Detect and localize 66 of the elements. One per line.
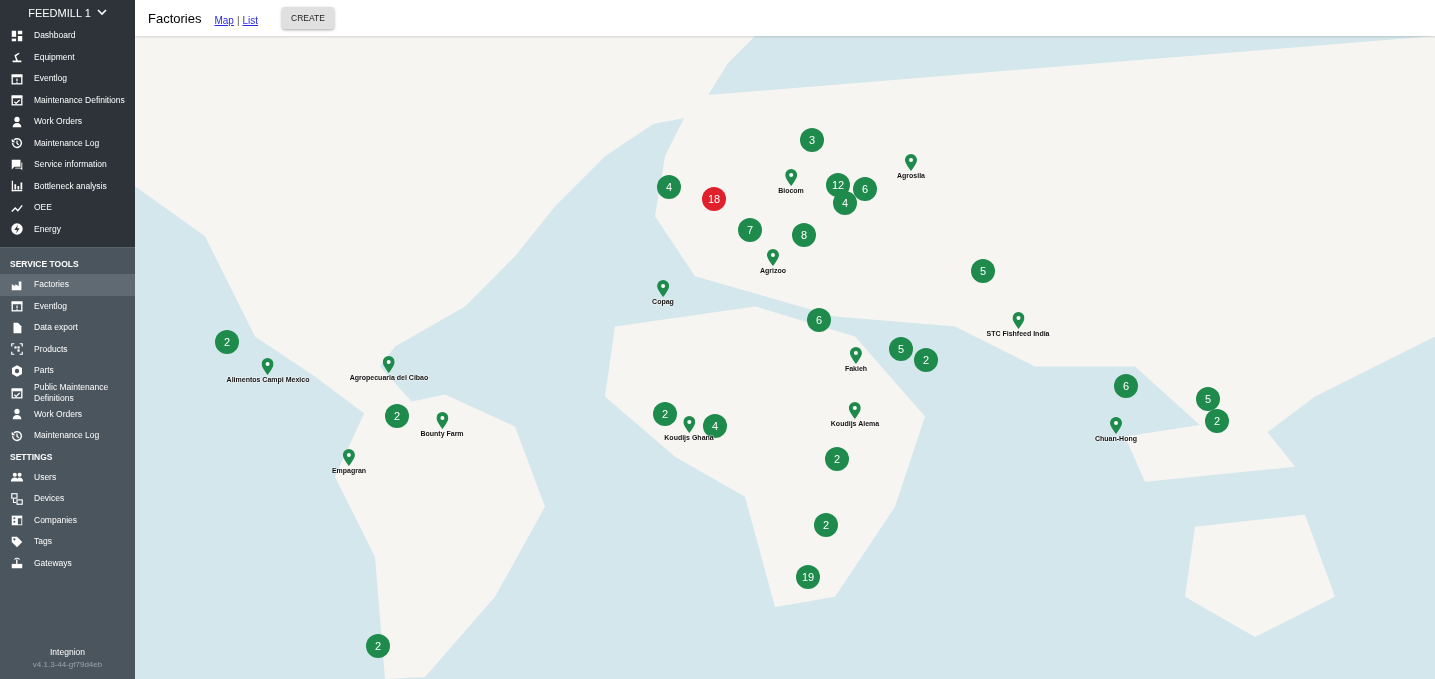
map-pin-icon[interactable] [850,347,862,364]
devices-icon [10,491,24,506]
nav-item[interactable]: Gateways [0,552,135,574]
map-pin-icon[interactable] [683,416,695,433]
history-icon [10,136,24,151]
map-pin-icon[interactable] [657,280,669,297]
nav-item[interactable]: Energy [0,218,135,240]
nav-item[interactable]: OEE [0,197,135,219]
workspace-selector[interactable]: FEEDMILL 1 [24,4,111,21]
router-icon [10,556,24,571]
nav-item[interactable]: Devices [0,488,135,510]
map-pin-icon[interactable] [767,249,779,266]
nav-item[interactable]: Products [0,338,135,360]
map-pin-icon[interactable] [849,402,861,419]
nav-item[interactable]: Dashboard [0,25,135,47]
nav-item[interactable]: Maintenance Log [0,132,135,154]
nav-item[interactable]: Users [0,466,135,488]
map-pin-icon[interactable] [383,356,395,373]
nav-item[interactable]: Bottleneck analysis [0,175,135,197]
nav-item[interactable]: Parts [0,360,135,382]
map-pin-icon[interactable] [1110,417,1122,434]
view-link[interactable]: List [242,14,259,26]
chat-icon [10,157,24,172]
nav-item[interactable]: Factories [0,274,135,296]
map-pin-icon[interactable] [1012,312,1024,329]
nav-item[interactable]: Equipment [0,46,135,68]
section-heading: SERVICE TOOLS [9,258,80,271]
map-pin-icon[interactable] [905,154,917,171]
nav-item[interactable]: Eventlog [0,68,135,90]
chevron-down-icon [96,9,107,16]
section-heading: SETTINGS [9,450,54,464]
grid-icon [10,28,24,43]
view-link[interactable]: Map [214,14,234,26]
nav-item[interactable]: Companies [0,509,135,531]
person-icon [10,407,24,422]
map-pin-icon[interactable] [436,412,448,429]
calendar-icon [10,71,24,86]
nav-item[interactable]: Tags [0,531,135,553]
company-name: Integnion [49,647,86,657]
calendar-check-icon [10,93,24,108]
nav-item[interactable]: Eventlog [0,295,135,317]
tag-icon [10,534,24,549]
nav-item[interactable]: Service information [0,154,135,176]
machine-icon [10,50,24,65]
hexagon-icon [10,363,24,378]
history-icon [10,428,24,443]
nav-item[interactable]: Public Maintenance Definitions [0,381,135,404]
nav-item[interactable]: Maintenance Definitions [0,89,135,111]
building-icon [10,513,24,528]
nav-item[interactable]: Data export [0,317,135,339]
link-separator: | [236,14,240,26]
nav-item[interactable]: Work Orders [0,403,135,425]
calendar-check-icon [10,385,24,400]
create-button[interactable]: CREATE [282,7,334,29]
bar-chart-icon [10,179,24,194]
map-pin-icon[interactable] [785,169,797,186]
nav-item[interactable]: Maintenance Log [0,425,135,447]
version-text: v4.1.3-44-gf79d4eb [31,660,104,669]
bolt-icon [10,222,24,237]
qr-code-icon [10,342,24,357]
calendar-icon [10,299,24,314]
map-pin-icon[interactable] [262,358,274,375]
person-icon [10,114,24,129]
nav-item[interactable]: Work Orders [0,111,135,133]
map-pin-icon[interactable] [343,449,355,466]
page-title: Factories [148,10,202,26]
